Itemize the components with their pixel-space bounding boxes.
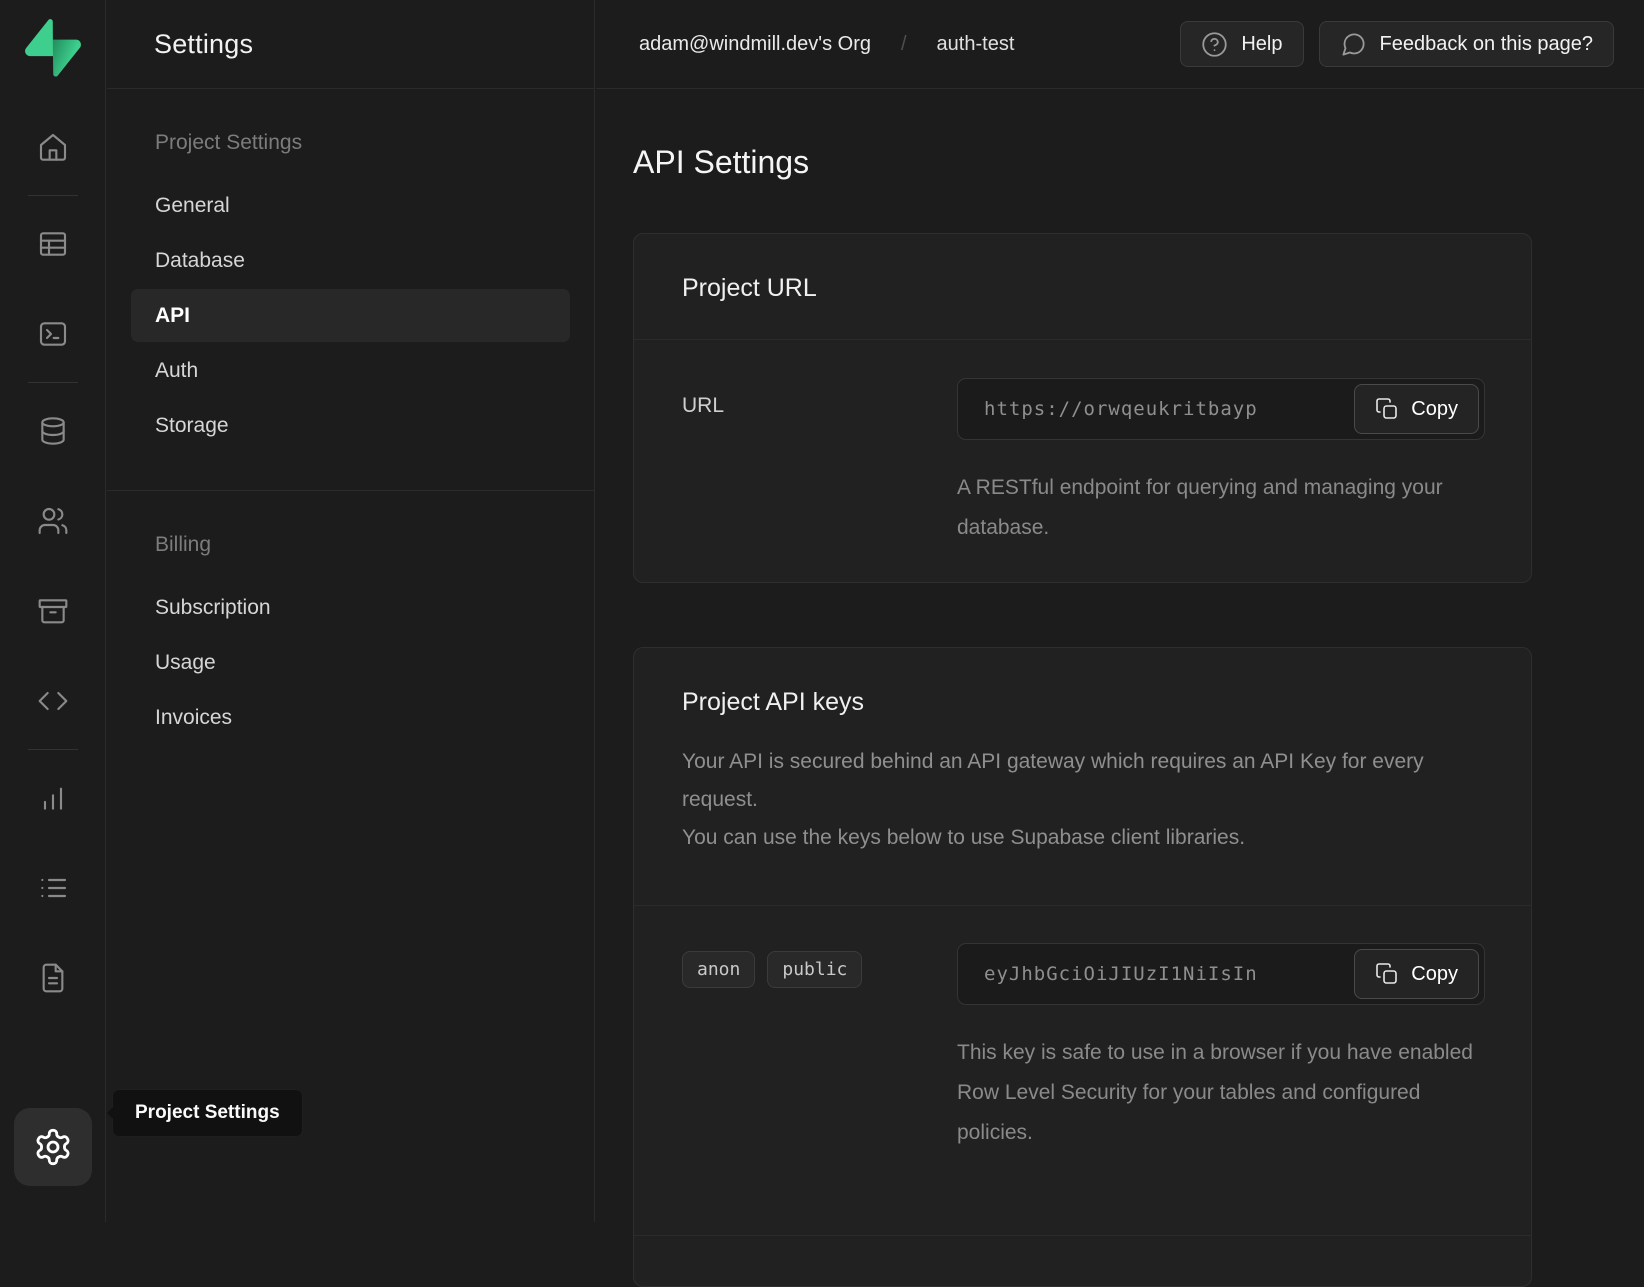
settings-sidebar-header: Settings <box>107 0 594 89</box>
main-header: adam@windmill.dev's Org / auth-test Help… <box>596 0 1644 89</box>
breadcrumb-separator: / <box>901 33 907 56</box>
project-api-keys-card: Project API keys Your API is secured beh… <box>633 647 1532 1287</box>
sidebar-item-general[interactable]: General <box>131 179 570 232</box>
file-text-icon <box>37 962 69 994</box>
anon-key-field[interactable]: eyJhbGciOiJIUzI1NiIsIn Copy <box>957 943 1485 1005</box>
project-url-card-title: Project URL <box>682 274 1483 303</box>
breadcrumb: adam@windmill.dev's Org / auth-test <box>639 33 1014 56</box>
project-url-field[interactable]: https://orwqeukritbayp Copy <box>957 378 1485 440</box>
chat-bubble-icon <box>1340 31 1367 58</box>
anon-key-description: This key is safe to use in a browser if … <box>957 1033 1485 1153</box>
main-area: adam@windmill.dev's Org / auth-test Help… <box>596 0 1644 1222</box>
url-row-label: URL <box>682 378 957 548</box>
rail-divider <box>28 749 78 750</box>
rail-divider <box>28 382 78 383</box>
sql-editor-icon <box>37 318 69 350</box>
feedback-button-label: Feedback on this page? <box>1380 33 1594 56</box>
public-badge: public <box>767 951 862 988</box>
breadcrumb-project[interactable]: auth-test <box>937 33 1015 56</box>
rail-divider <box>28 195 78 196</box>
storage-archive-icon <box>37 595 69 627</box>
auth-users-icon <box>37 505 69 537</box>
app-icon-rail <box>0 0 106 1222</box>
sidebar-item-invoices[interactable]: Invoices <box>131 691 570 744</box>
sidebar-item-auth-settings[interactable]: Auth <box>131 344 570 397</box>
api-keys-card-title: Project API keys <box>682 688 1483 717</box>
bar-chart-icon <box>37 782 69 814</box>
copy-url-button[interactable]: Copy <box>1354 384 1479 434</box>
copy-icon <box>1375 962 1399 986</box>
sidebar-item-project-settings[interactable] <box>14 1108 92 1186</box>
anon-badge: anon <box>682 951 755 988</box>
sidebar-title: Settings <box>154 29 253 60</box>
copy-anon-key-label: Copy <box>1411 963 1458 986</box>
sidebar-item-database-settings[interactable]: Database <box>131 234 570 287</box>
sidebar-item-subscription[interactable]: Subscription <box>131 581 570 634</box>
question-circle-icon <box>1201 31 1228 58</box>
sidebar-item-auth[interactable] <box>21 493 85 549</box>
copy-icon <box>1375 397 1399 421</box>
help-button[interactable]: Help <box>1180 21 1303 67</box>
sidebar-item-sql-editor[interactable] <box>21 306 85 362</box>
anon-key-value: eyJhbGciOiJIUzI1NiIsIn <box>984 963 1258 985</box>
sidebar-item-table-editor[interactable] <box>21 216 85 272</box>
help-button-label: Help <box>1241 33 1282 56</box>
section-label-billing: Billing <box>131 533 570 557</box>
section-label-project-settings: Project Settings <box>131 131 570 155</box>
project-url-card: Project URL URL https://orwqeukritbayp C… <box>633 233 1532 583</box>
key-badges: anon public <box>682 951 957 988</box>
sidebar-item-api-docs[interactable] <box>21 950 85 1006</box>
project-url-description: A RESTful endpoint for querying and mana… <box>957 468 1485 548</box>
code-icon <box>37 685 69 717</box>
sidebar-item-reports[interactable] <box>21 770 85 826</box>
gear-icon <box>33 1127 73 1167</box>
sidebar-item-storage-settings[interactable]: Storage <box>131 399 570 452</box>
sidebar-item-home[interactable] <box>21 119 85 175</box>
project-url-value: https://orwqeukritbayp <box>984 398 1258 420</box>
breadcrumb-org[interactable]: adam@windmill.dev's Org <box>639 33 871 56</box>
sidebar-item-edge-functions[interactable] <box>21 673 85 729</box>
copy-anon-key-button[interactable]: Copy <box>1354 949 1479 999</box>
sidebar-item-logs[interactable] <box>21 860 85 916</box>
list-icon <box>37 872 69 904</box>
table-editor-icon <box>37 228 69 260</box>
sidebar-item-database[interactable] <box>21 403 85 459</box>
page-title: API Settings <box>633 144 1644 181</box>
database-icon <box>37 415 69 447</box>
card-row-divider <box>634 1235 1531 1236</box>
sidebar-item-usage[interactable]: Usage <box>131 636 570 689</box>
copy-url-label: Copy <box>1411 398 1458 421</box>
supabase-logo[interactable] <box>21 16 85 80</box>
home-icon <box>37 131 69 163</box>
sidebar-item-storage[interactable] <box>21 583 85 639</box>
sidebar-item-api[interactable]: API <box>131 289 570 342</box>
supabase-logo-icon <box>25 19 81 77</box>
project-settings-tooltip: Project Settings <box>112 1089 303 1137</box>
feedback-button[interactable]: Feedback on this page? <box>1319 21 1615 67</box>
settings-sidebar: Settings Project Settings General Databa… <box>107 0 595 1222</box>
api-keys-description-2: You can use the keys below to use Supaba… <box>682 819 1482 857</box>
sidebar-section-divider <box>107 490 594 491</box>
api-keys-description-1: Your API is secured behind an API gatewa… <box>682 743 1482 819</box>
